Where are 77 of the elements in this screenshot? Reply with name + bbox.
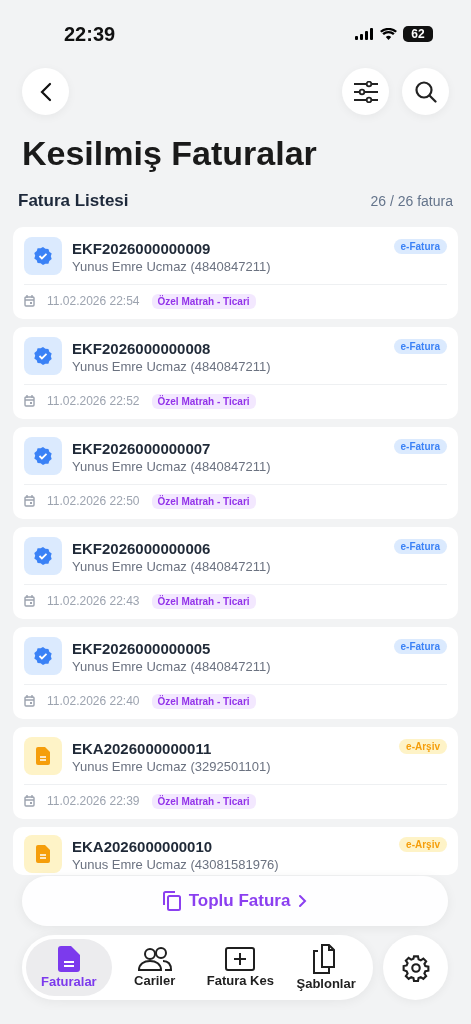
- invoice-type-badge: e-Fatura: [393, 439, 447, 454]
- invoice-date: 11.02.2026 22:40: [47, 694, 140, 708]
- calendar-icon: [24, 595, 35, 607]
- customer-name: Yunus Emre Ucmaz (4840847211): [72, 359, 272, 374]
- invoice-date: 11.02.2026 22:43: [47, 594, 140, 608]
- invoice-type-badge: e-Fatura: [393, 339, 447, 354]
- invoice-tag: Özel Matrah - Ticari: [151, 793, 256, 809]
- invoice-number: EKF2026000000009: [72, 240, 212, 257]
- verified-badge-icon: [33, 346, 53, 366]
- sliders-icon: [352, 80, 379, 103]
- customer-name: Yunus Emre Ucmaz (43081581976): [72, 857, 280, 872]
- invoice-date: 11.02.2026 22:39: [47, 794, 140, 808]
- invoice-number: EKF2026000000006: [72, 540, 212, 557]
- invoice-number: EKF2026000000007: [72, 440, 212, 457]
- tab[interactable]: Faturalar: [26, 939, 112, 996]
- invoice-tag: Özel Matrah - Ticari: [151, 393, 256, 409]
- invoice-card[interactable]: EKF2026000000009 Yunus Emre Ucmaz (4840847211) e-Fatura 11.02.2026 22:54 Özel Matrah - Ticari: [13, 227, 458, 319]
- invoice-tag: Özel Matrah - Ticari: [151, 593, 256, 609]
- customer-name: Yunus Emre Ucmaz (4840847211): [72, 659, 272, 674]
- invoice-number: EKF2026000000008: [72, 340, 212, 357]
- calendar-icon: [24, 295, 35, 307]
- verified-badge-icon: [33, 546, 53, 566]
- customer-name: Yunus Emre Ucmaz (4840847211): [72, 559, 272, 574]
- back-icon: [39, 81, 52, 102]
- search-button[interactable]: [402, 68, 449, 115]
- settings-icon: [401, 953, 430, 982]
- invoice-number: EKF2026000000005: [72, 640, 212, 657]
- tab[interactable]: Fatura Kes: [197, 939, 284, 996]
- invoice-tag: Özel Matrah - Ticari: [151, 693, 256, 709]
- invoice-card[interactable]: EKF2026000000006 Yunus Emre Ucmaz (4840847211) e-Fatura 11.02.2026 22:43 Özel Matrah - Ticari: [13, 527, 458, 619]
- page-title: Kesilmiş Faturalar: [21, 133, 318, 173]
- invoice-card[interactable]: EKF2026000000008 Yunus Emre Ucmaz (4840847211) e-Fatura 11.02.2026 22:52 Özel Matrah - Ticari: [13, 327, 458, 419]
- invoice-tag: Özel Matrah - Ticari: [151, 493, 256, 509]
- section-title: Fatura Listesi: [18, 191, 129, 211]
- verified-badge-icon: [33, 446, 53, 466]
- invoice-date: 11.02.2026 22:54: [47, 294, 140, 308]
- invoice-type-badge: e-Arşiv: [399, 739, 447, 754]
- search-icon: [414, 80, 437, 103]
- invoice-date: 11.02.2026 22:52: [47, 394, 140, 408]
- invoice-type-badge: e-Fatura: [393, 539, 447, 554]
- document-icon: [57, 946, 80, 972]
- tab[interactable]: Şablonlar: [283, 939, 369, 996]
- invoice-type-badge: e-Fatura: [393, 639, 447, 654]
- status-time: 22:39: [64, 22, 116, 46]
- customer-name: Yunus Emre Ucmaz (3292501101): [72, 759, 272, 774]
- add-box-icon: [225, 947, 256, 971]
- chevron-right-icon: [298, 894, 308, 908]
- calendar-icon: [24, 495, 35, 507]
- document-icon: [36, 845, 50, 863]
- invoice-tag: Özel Matrah - Ticari: [151, 293, 256, 309]
- document-icon: [36, 747, 50, 765]
- filter-button[interactable]: [342, 68, 389, 115]
- invoice-card[interactable]: EKA2026000000011 Yunus Emre Ucmaz (3292501101) e-Arşiv 11.02.2026 22:39 Özel Matrah - Ticari: [13, 727, 458, 819]
- invoice-card[interactable]: EKA2026000000010 Yunus Emre Ucmaz (43081581976) e-Arşiv: [13, 827, 458, 875]
- invoice-card[interactable]: EKF2026000000005 Yunus Emre Ucmaz (4840847211) e-Fatura 11.02.2026 22:40 Özel Matrah - Ticari: [13, 627, 458, 719]
- copy-icon: [162, 891, 181, 911]
- invoice-number: EKA2026000000010: [72, 838, 214, 855]
- bulk-invoice-button[interactable]: Toplu Fatura: [22, 876, 448, 926]
- battery-level: 62: [403, 26, 433, 42]
- calendar-icon: [24, 695, 35, 707]
- signal-icon: [355, 28, 374, 40]
- invoice-count: 26 / 26 fatura: [370, 193, 453, 209]
- invoice-date: 11.02.2026 22:50: [47, 494, 140, 508]
- verified-badge-icon: [33, 246, 53, 266]
- invoice-type-badge: e-Arşiv: [399, 837, 447, 852]
- people-icon: [137, 947, 172, 971]
- wifi-icon: [380, 28, 397, 40]
- invoice-number: EKA2026000000011: [72, 740, 213, 757]
- tab[interactable]: Cariler: [111, 939, 198, 996]
- calendar-icon: [24, 395, 35, 407]
- invoice-card[interactable]: EKF2026000000007 Yunus Emre Ucmaz (4840847211) e-Fatura 11.02.2026 22:50 Özel Matrah - Ticari: [13, 427, 458, 519]
- customer-name: Yunus Emre Ucmaz (4840847211): [72, 459, 272, 474]
- customer-name: Yunus Emre Ucmaz (4840847211): [72, 259, 272, 274]
- calendar-icon: [24, 795, 35, 807]
- back-button[interactable]: [22, 68, 69, 115]
- invoice-type-badge: e-Fatura: [393, 239, 447, 254]
- verified-badge-icon: [33, 646, 53, 666]
